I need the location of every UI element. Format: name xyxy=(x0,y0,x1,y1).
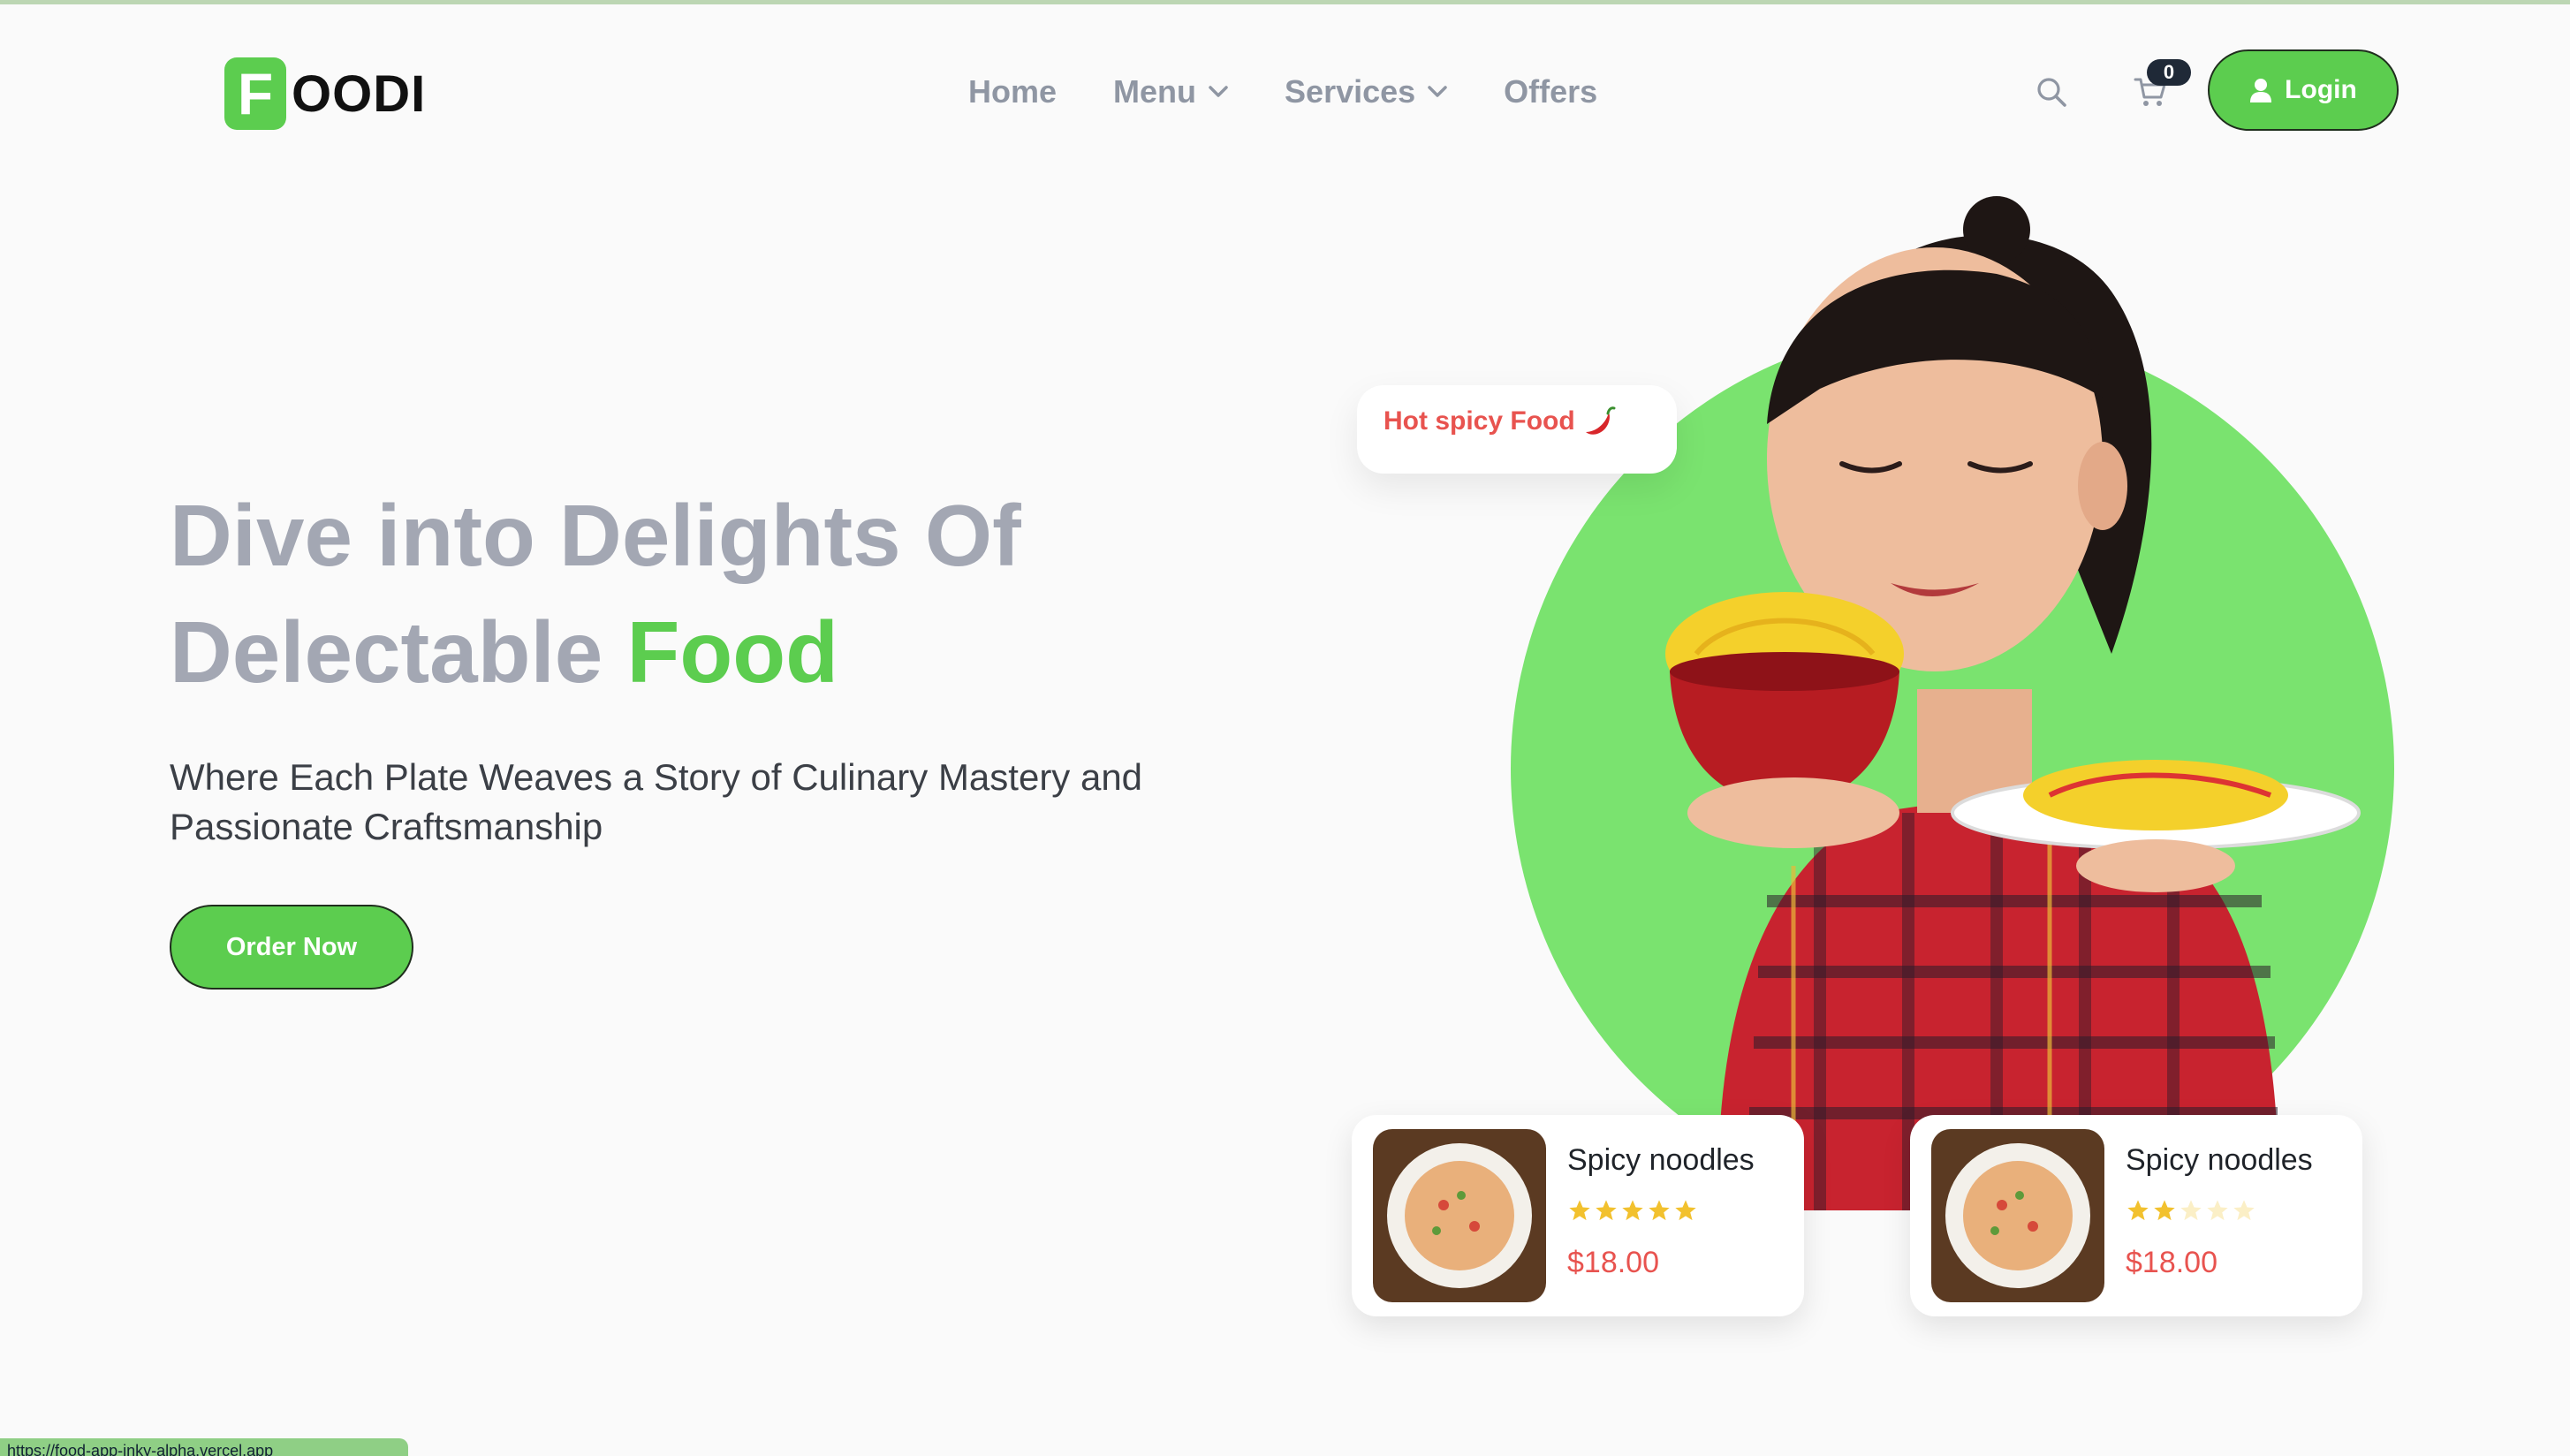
headline-plain: Delectable xyxy=(170,603,603,701)
nav-item-menu[interactable]: Menu xyxy=(1113,73,1228,110)
top-accent-line xyxy=(0,0,2570,4)
main-nav: Home Menu Services Offers xyxy=(968,65,1654,118)
headline-line1: Dive into Delights Of xyxy=(170,487,1021,584)
star-icon xyxy=(1596,1200,1617,1221)
logo-text: OODI xyxy=(292,64,427,123)
product-card[interactable]: Spicy noodles $18.00 xyxy=(1910,1115,2362,1316)
hero-subtitle: Where Each Plate Weaves a Story of Culin… xyxy=(170,756,1143,847)
nav-item-home[interactable]: Home xyxy=(968,73,1057,110)
product-name: Spicy noodles xyxy=(1567,1143,1755,1177)
star-empty-icon xyxy=(2233,1200,2255,1221)
logo[interactable]: F OODI xyxy=(224,57,426,131)
status-bar-url: https://food-app-inky-alpha.vercel.app xyxy=(0,1438,408,1456)
product-card[interactable]: Spicy noodles $18.00 xyxy=(1352,1115,1804,1316)
chevron-down-icon xyxy=(1209,86,1228,97)
product-price: $18.00 xyxy=(1567,1246,1659,1279)
hero-woman-with-noodles-image xyxy=(1511,196,2394,1210)
badge-text: Hot spicy Food xyxy=(1384,406,1575,436)
order-now-button[interactable]: Order Now xyxy=(170,905,413,990)
logo-mark: F xyxy=(224,57,286,130)
chevron-down-icon xyxy=(1428,86,1447,97)
star-empty-icon xyxy=(2207,1200,2228,1221)
star-empty-icon xyxy=(2180,1200,2202,1221)
nav-item-offers[interactable]: Offers xyxy=(1504,73,1597,110)
product-name: Spicy noodles xyxy=(2126,1143,2313,1177)
cart-count-badge: 0 xyxy=(2147,59,2191,86)
hero-headline: Dive into Delights Of Delectable Food xyxy=(170,477,1318,710)
user-icon xyxy=(2250,79,2272,102)
chili-pepper-icon xyxy=(1586,406,1616,435)
nav-item-label: Home xyxy=(968,73,1058,110)
nav-item-services[interactable]: Services xyxy=(1285,73,1447,110)
star-icon xyxy=(2127,1200,2149,1221)
search-icon[interactable] xyxy=(2034,74,2069,110)
product-price: $18.00 xyxy=(2126,1246,2217,1279)
headline-accent: Food xyxy=(626,603,838,701)
headline-line2: Delectable Food xyxy=(170,594,1318,710)
nav-item-label: Services xyxy=(1285,73,1416,110)
star-icon xyxy=(2154,1200,2175,1221)
noodle-dish-image xyxy=(1373,1129,1546,1302)
product-rating xyxy=(2126,1198,2258,1223)
star-icon xyxy=(1569,1200,1590,1221)
star-icon xyxy=(1649,1200,1670,1221)
star-icon xyxy=(1675,1200,1696,1221)
noodle-dish-image xyxy=(1931,1129,2104,1302)
login-button[interactable]: Login xyxy=(2208,49,2399,131)
product-rating xyxy=(1567,1198,1700,1223)
star-icon xyxy=(1622,1200,1643,1221)
nav-item-label: Offers xyxy=(1504,73,1598,110)
nav-item-label: Menu xyxy=(1113,73,1197,110)
login-label: Login xyxy=(2285,75,2357,104)
